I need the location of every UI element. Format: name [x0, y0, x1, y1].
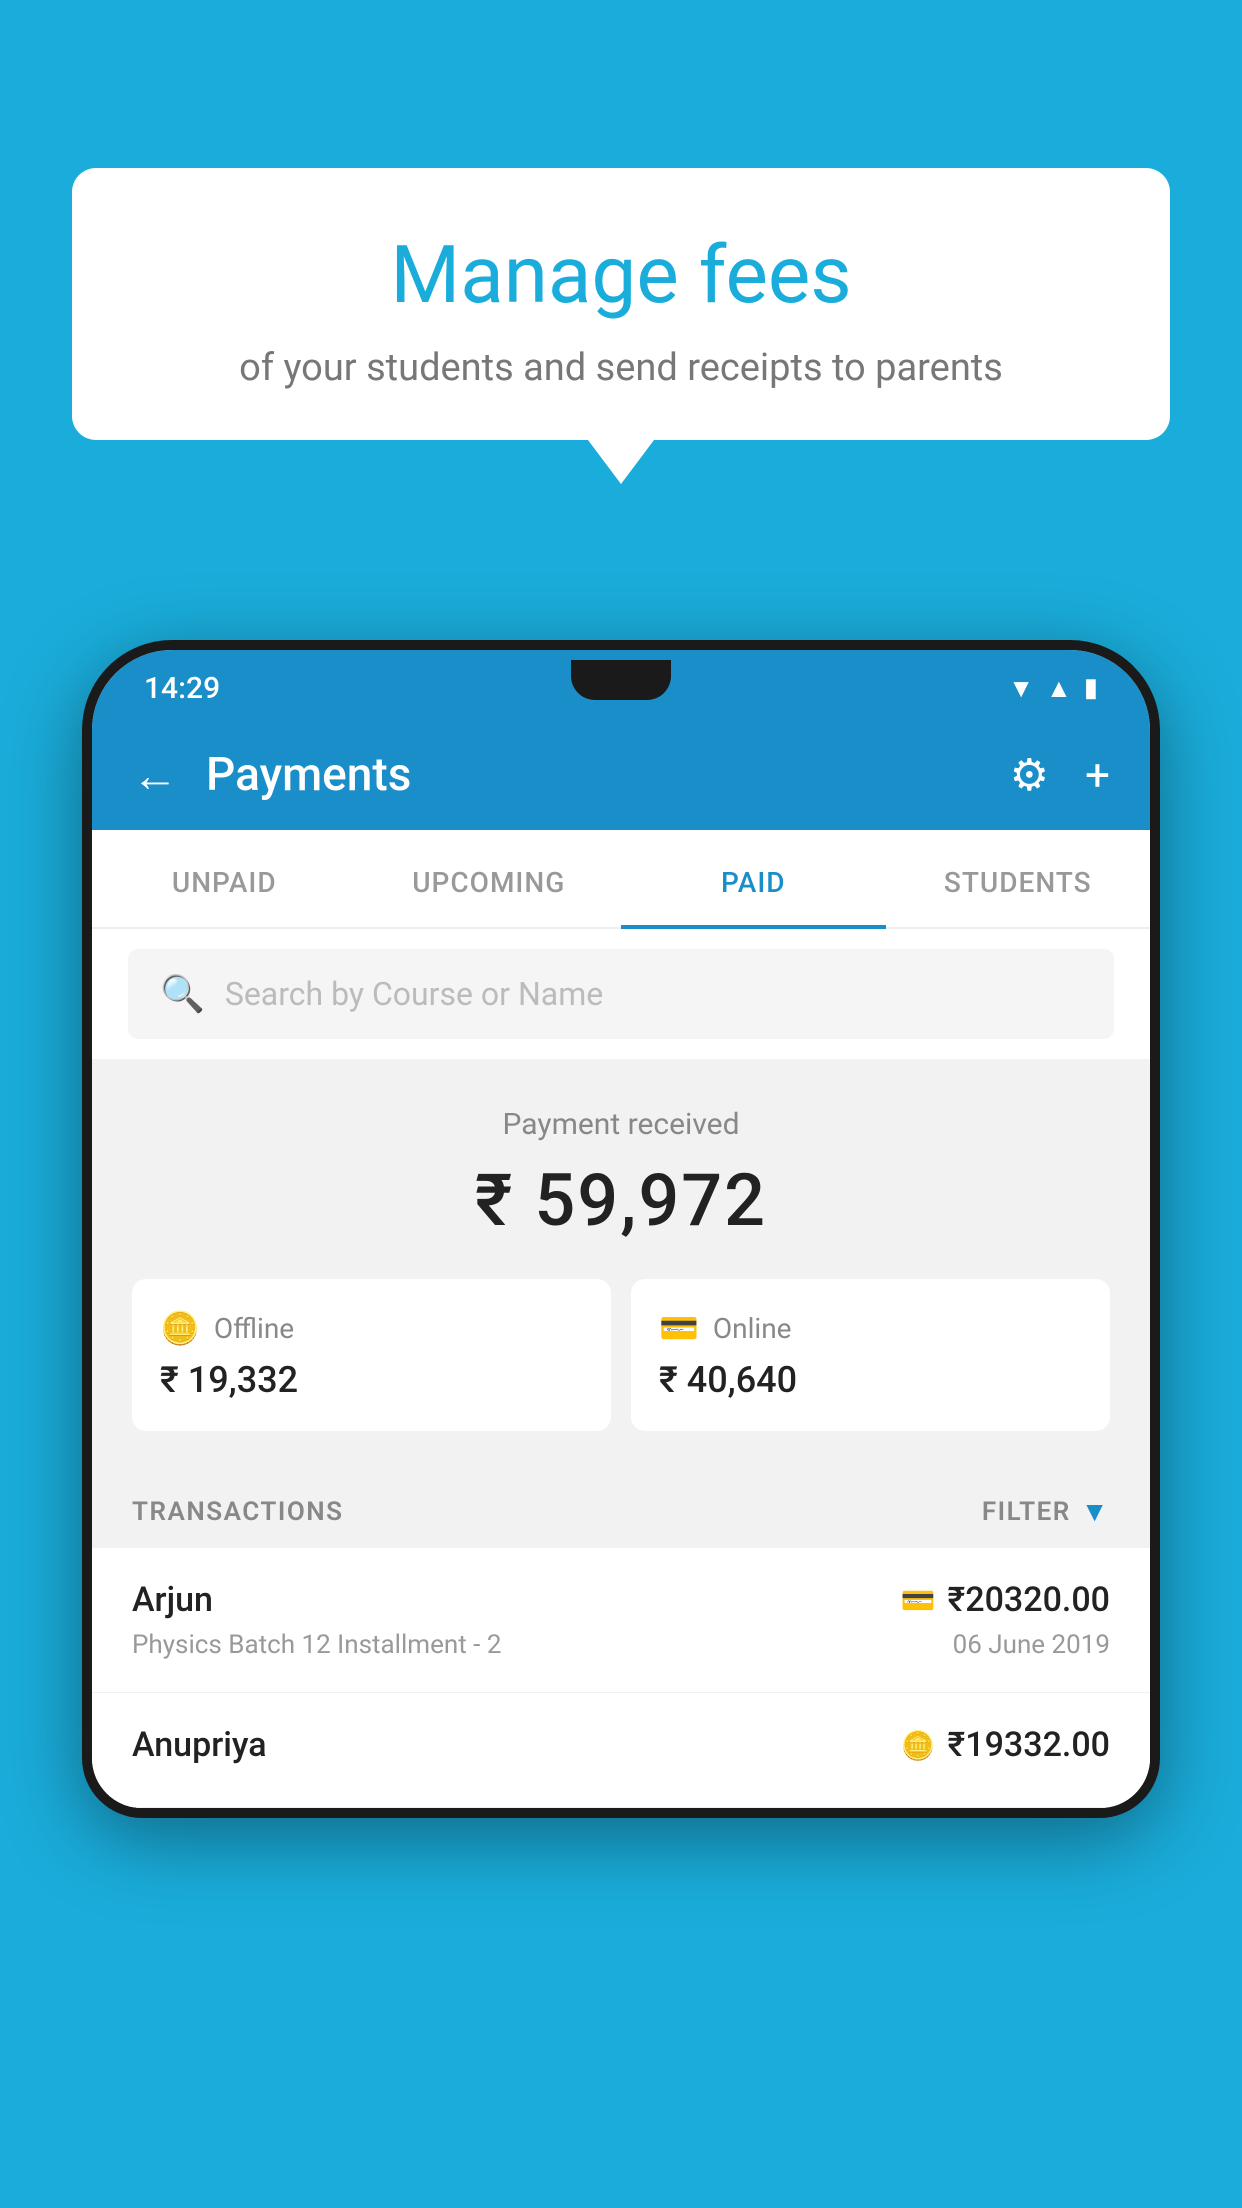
content-area: 🔍 Search by Course or Name Payment recei…: [92, 929, 1150, 1808]
transaction-date: 06 June 2019: [953, 1630, 1110, 1660]
transaction-name: Anupriya: [132, 1725, 267, 1765]
offline-amount: ₹ 19,332: [160, 1359, 583, 1401]
transaction-item[interactable]: Anupriya 🪙 ₹19332.00: [92, 1693, 1150, 1808]
app-bar: ← Payments ⚙ +: [92, 720, 1150, 830]
wifi-icon: ▼: [1008, 673, 1034, 704]
payment-received-label: Payment received: [132, 1107, 1110, 1142]
filter-button[interactable]: FILTER ▼: [982, 1495, 1110, 1528]
transaction-item[interactable]: Arjun 💳 ₹20320.00 Physics Batch 12 Insta…: [92, 1548, 1150, 1693]
settings-button[interactable]: ⚙: [1010, 749, 1049, 801]
search-input[interactable]: 🔍 Search by Course or Name: [128, 949, 1114, 1039]
online-icon: 💳: [659, 1309, 699, 1347]
transaction-amount: ₹20320.00: [948, 1580, 1110, 1620]
transaction-amount-wrap: 💳 ₹20320.00: [901, 1580, 1110, 1620]
tab-unpaid[interactable]: UNPAID: [92, 830, 357, 927]
tooltip-subtitle: of your students and send receipts to pa…: [122, 346, 1120, 390]
offline-card: 🪙 Offline ₹ 19,332: [132, 1279, 611, 1431]
phone-screen: 14:29 ▼ ▲ ▮ ← Payments ⚙ + UNPAID: [92, 650, 1150, 1808]
transaction-cash-icon: 🪙: [901, 1729, 936, 1762]
filter-label: FILTER: [982, 1497, 1071, 1527]
search-placeholder: Search by Course or Name: [225, 975, 603, 1013]
transaction-list: Arjun 💳 ₹20320.00 Physics Batch 12 Insta…: [92, 1548, 1150, 1808]
tab-paid[interactable]: PAID: [621, 830, 886, 927]
tab-students[interactable]: STUDENTS: [886, 830, 1151, 927]
transactions-label: TRANSACTIONS: [132, 1497, 344, 1527]
payment-received-section: Payment received ₹ 59,972: [92, 1059, 1150, 1279]
transaction-name: Arjun: [132, 1580, 213, 1620]
search-bar-container: 🔍 Search by Course or Name: [92, 929, 1150, 1059]
phone-outer: 14:29 ▼ ▲ ▮ ← Payments ⚙ + UNPAID: [82, 640, 1160, 1818]
app-bar-actions: ⚙ +: [1010, 749, 1110, 801]
back-button[interactable]: ←: [132, 748, 178, 803]
phone-notch: [571, 660, 671, 700]
offline-icon: 🪙: [160, 1309, 200, 1347]
tooltip-card: Manage fees of your students and send re…: [72, 168, 1170, 440]
online-card: 💳 Online ₹ 40,640: [631, 1279, 1110, 1431]
search-icon: 🔍: [160, 973, 205, 1015]
signal-icon: ▲: [1046, 673, 1072, 704]
battery-icon: ▮: [1084, 673, 1098, 703]
online-amount: ₹ 40,640: [659, 1359, 1082, 1401]
page-title: Payments: [206, 748, 1010, 802]
transaction-amount-wrap: 🪙 ₹19332.00: [901, 1725, 1110, 1765]
payment-received-amount: ₹ 59,972: [132, 1158, 1110, 1243]
transactions-header: TRANSACTIONS FILTER ▼: [92, 1467, 1150, 1548]
online-label: Online: [713, 1312, 792, 1345]
transaction-detail: Physics Batch 12 Installment - 2: [132, 1630, 501, 1660]
offline-label: Offline: [214, 1312, 294, 1345]
tooltip-title: Manage fees: [122, 228, 1120, 322]
transaction-card-icon: 💳: [901, 1584, 936, 1617]
tabs-bar: UNPAID UPCOMING PAID STUDENTS: [92, 830, 1150, 929]
tab-upcoming[interactable]: UPCOMING: [357, 830, 622, 927]
filter-icon: ▼: [1081, 1495, 1110, 1528]
phone-wrapper: 14:29 ▼ ▲ ▮ ← Payments ⚙ + UNPAID: [82, 640, 1160, 2208]
status-time: 14:29: [144, 671, 220, 706]
transaction-amount: ₹19332.00: [948, 1725, 1110, 1765]
add-button[interactable]: +: [1085, 749, 1110, 801]
payment-cards: 🪙 Offline ₹ 19,332 💳 Online ₹ 40,640: [92, 1279, 1150, 1467]
status-icons: ▼ ▲ ▮: [1008, 673, 1098, 704]
